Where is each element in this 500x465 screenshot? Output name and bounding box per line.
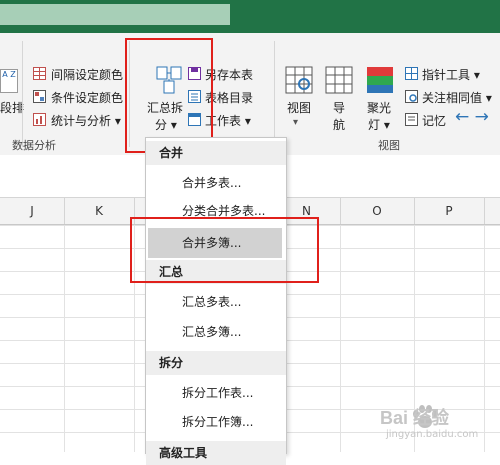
view-button[interactable]: 视图 xyxy=(287,99,311,116)
navigation-button-line2[interactable]: 航 xyxy=(333,116,345,133)
watermark-text: Bai 经验 xyxy=(380,408,450,428)
menu-section-advanced-tools: 高级工具 xyxy=(146,441,286,465)
sort-button-label[interactable]: 段排 xyxy=(0,99,24,116)
pointer-tool-button[interactable]: 指针工具 ▾ xyxy=(422,66,480,83)
menu-item-summary-workbooks[interactable]: 汇总多簿... xyxy=(146,317,286,347)
menu-item-summary-sheets[interactable]: 汇总多表... xyxy=(146,287,286,317)
back-forward-arrows-icon[interactable]: ← → xyxy=(455,107,489,127)
summary-split-menu: 合并 合并多表... 分类合并多表... 合并多簿... 汇总 汇总多表... … xyxy=(145,137,287,465)
column-header-p[interactable]: P xyxy=(414,198,485,224)
menu-item-split-sheet[interactable]: 拆分工作表... xyxy=(146,378,286,408)
pointer-tool-icon[interactable] xyxy=(405,67,418,80)
view-group-label: 视图 xyxy=(378,139,400,152)
sort-icon[interactable]: A Z xyxy=(0,69,18,93)
navigation-button[interactable]: 导 xyxy=(333,99,345,116)
analysis-group-label: 数据分析 xyxy=(12,139,56,152)
grid-line xyxy=(340,225,341,452)
memory-icon[interactable] xyxy=(405,113,418,126)
title-field xyxy=(0,4,230,25)
statistics-analysis-button[interactable]: 统计与分析 ▾ xyxy=(51,112,121,129)
column-header-o[interactable]: O xyxy=(340,198,415,224)
separator xyxy=(274,41,275,147)
grid-line xyxy=(64,225,65,452)
view-dropdown-icon[interactable]: ▾ xyxy=(293,117,298,128)
condition-color-button[interactable]: 条件设定颜色 xyxy=(51,89,123,106)
interval-color-icon[interactable] xyxy=(33,67,46,80)
statistics-icon[interactable] xyxy=(33,113,46,126)
focus-same-value-icon[interactable] xyxy=(405,90,418,103)
menu-section-merge: 合并 xyxy=(146,141,286,165)
baidu-watermark: Bai 经验 jingyan.baidu.com xyxy=(358,396,500,446)
watermark-subtext: jingyan.baidu.com xyxy=(386,429,479,440)
spotlight-button[interactable]: 聚光 xyxy=(367,99,391,116)
memory-button[interactable]: 记忆 xyxy=(422,112,446,129)
column-header-j[interactable]: J xyxy=(0,198,65,224)
spotlight-dropdown[interactable]: 灯 ▾ xyxy=(368,116,390,133)
highlight-box-ribbon xyxy=(125,38,213,153)
menu-item-merge-sheets[interactable]: 合并多表... xyxy=(146,168,286,198)
interval-color-button[interactable]: 间隔设定颜色 xyxy=(51,66,123,83)
separator xyxy=(22,41,23,147)
condition-color-icon[interactable] xyxy=(33,90,46,103)
view-icon[interactable] xyxy=(285,66,313,94)
column-header-k[interactable]: K xyxy=(64,198,135,224)
focus-same-value-button[interactable]: 关注相同值 ▾ xyxy=(422,89,492,106)
menu-section-split: 拆分 xyxy=(146,351,286,375)
navigation-icon[interactable] xyxy=(325,66,353,94)
highlight-box-menu xyxy=(130,217,319,283)
menu-item-split-workbook[interactable]: 拆分工作簿... xyxy=(146,407,286,437)
spotlight-icon[interactable] xyxy=(366,66,394,94)
title-bar xyxy=(0,0,500,33)
